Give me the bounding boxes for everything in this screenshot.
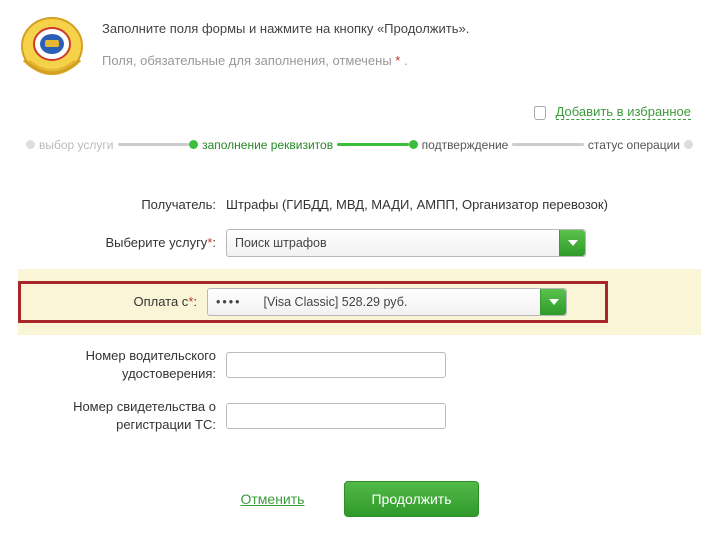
driver-license-label: Номер водительского удостоверения:: [18, 347, 226, 382]
payfrom-label: Оплата с*:: [21, 293, 207, 311]
step-fill-details: заполнение реквизитов: [198, 138, 337, 152]
progress-steps: выбор услуги заполнение реквизитов подтв…: [26, 138, 693, 152]
step-choose-service: выбор услуги: [35, 138, 118, 152]
service-label: Выберите услугу*:: [18, 234, 226, 252]
step-dot: [409, 140, 418, 149]
service-select-value: Поиск штрафов: [235, 236, 327, 250]
payfrom-select[interactable]: •••• [Visa Classic] 528.29 руб.: [207, 288, 567, 316]
registration-cert-label: Номер свидетельства о регистрации ТС:: [18, 398, 226, 433]
registration-cert-input[interactable]: [226, 403, 446, 429]
emblem-icon: [18, 12, 86, 84]
continue-button[interactable]: Продолжить: [344, 481, 478, 517]
bookmark-icon: [534, 106, 546, 120]
header-required-note: Поля, обязательные для заполнения, отмеч…: [102, 50, 701, 72]
chevron-down-icon: [559, 230, 585, 256]
service-select[interactable]: Поиск штрафов: [226, 229, 586, 257]
step-dot: [26, 140, 35, 149]
step-confirm: подтверждение: [418, 138, 513, 152]
driver-license-input[interactable]: [226, 352, 446, 378]
recipient-label: Получатель:: [18, 196, 226, 214]
cancel-link[interactable]: Отменить: [240, 491, 304, 507]
step-status: статус операции: [584, 138, 684, 152]
step-dot: [189, 140, 198, 149]
payfrom-mask: ••••: [216, 295, 242, 309]
recipient-value: Штрафы (ГИБДД, МВД, МАДИ, АМПП, Организа…: [226, 197, 701, 212]
payfrom-select-value: [Visa Classic] 528.29 руб.: [264, 295, 408, 309]
step-dot: [684, 140, 693, 149]
header-instruction: Заполните поля формы и нажмите на кнопку…: [102, 18, 701, 40]
add-favorite-link[interactable]: Добавить в избранное: [556, 104, 691, 120]
chevron-down-icon: [540, 289, 566, 315]
